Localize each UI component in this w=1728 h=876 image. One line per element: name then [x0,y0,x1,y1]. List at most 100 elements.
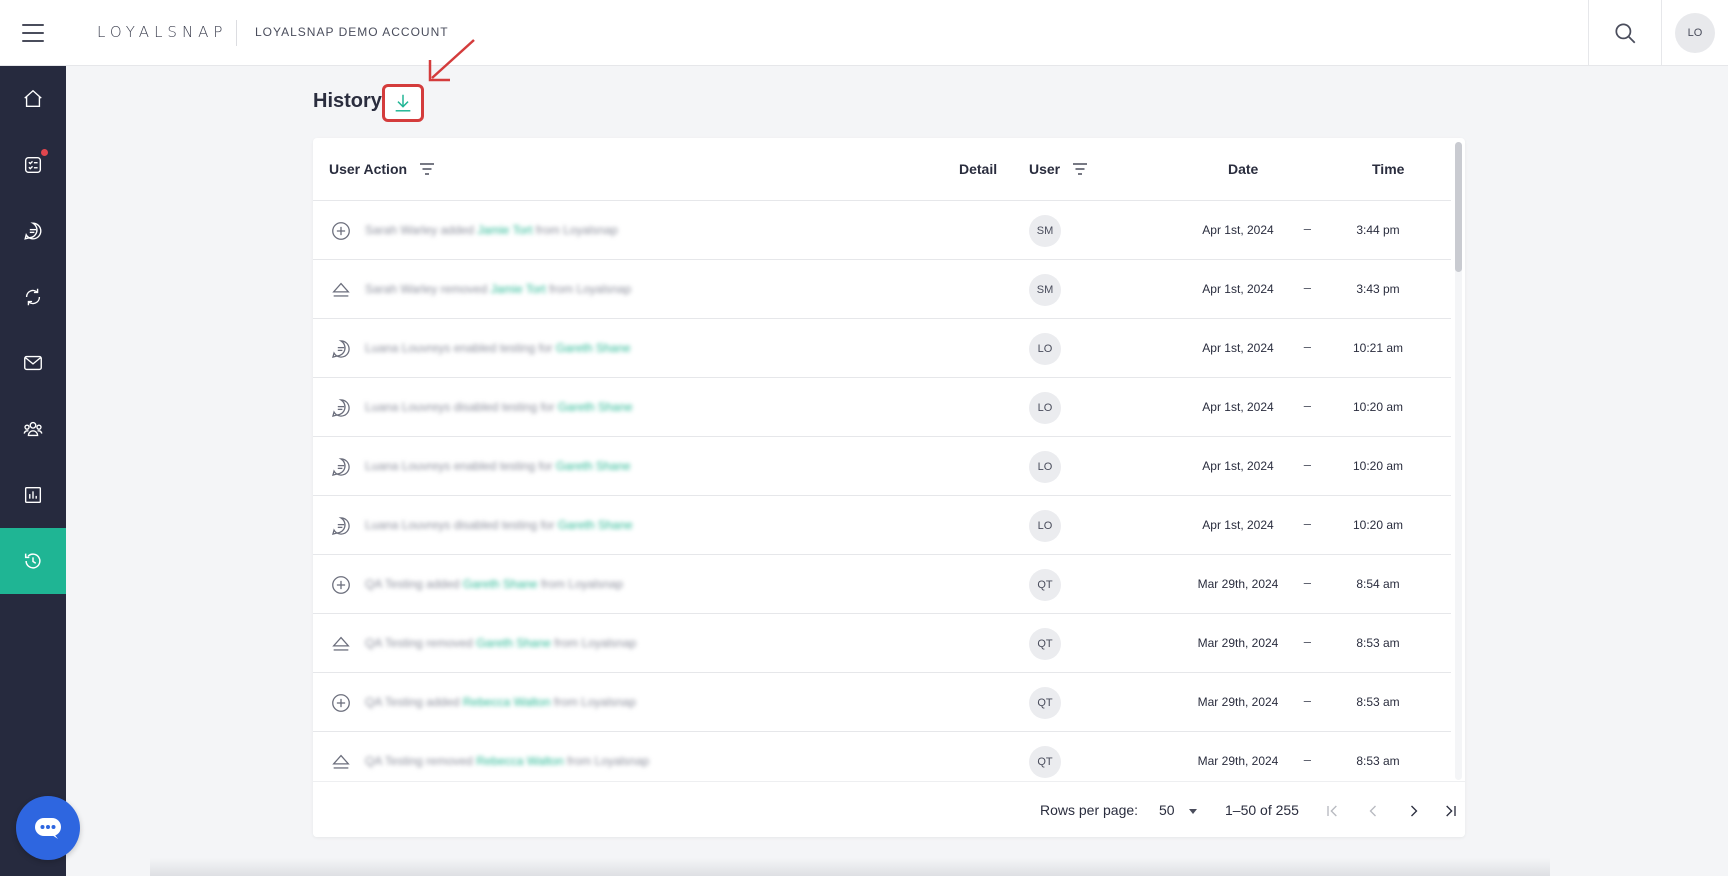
table-row[interactable]: Sarah Warley added Jamie Tort from Loyal… [313,201,1451,260]
sidebar-item-history[interactable] [0,528,66,594]
action-suffix: from Loyalsnap [567,754,650,768]
column-header-user[interactable]: User [1029,161,1060,177]
table-row[interactable]: Luana Louvreys enabled testing for Garet… [313,319,1451,378]
support-chat-button[interactable] [16,796,80,860]
date-cell: Apr 1st, 2024 [1202,400,1274,414]
action-verb: added [426,577,460,591]
user-avatar[interactable]: QT [1029,569,1061,601]
plus-circle-icon [332,694,350,712]
first-page-button[interactable] [1318,796,1348,826]
action-target-link[interactable]: Rebecca Walton [463,695,551,709]
next-page-button[interactable] [1399,796,1429,826]
action-target-link[interactable]: Jamie Tort [491,282,546,296]
user-avatar[interactable]: QT [1029,628,1061,660]
sidebar-item-sync[interactable] [0,264,66,330]
action-target-link[interactable]: Gareth Shane [556,459,631,473]
search-icon[interactable] [1612,20,1638,46]
scrollbar-thumb[interactable] [1455,142,1462,272]
message-icon [332,340,350,358]
last-page-icon [1446,805,1456,817]
chat-bubble-icon [35,818,61,839]
page-bottom-shadow [150,858,1550,876]
action-verb: enabled testing for [453,341,553,355]
table-row[interactable]: QA Testing removed Gareth Shane from Loy… [313,614,1451,673]
table-header: User Action Detail User Date Time [313,138,1451,201]
time-cell: 10:20 am [1352,459,1404,473]
message-icon [332,399,350,417]
annotation-arrow-icon [428,39,475,82]
date-cell: Apr 1st, 2024 [1202,518,1274,532]
action-verb: disabled testing for [453,518,555,532]
action-actor: Luana Louvreys [365,459,451,473]
sidebar-item-mail[interactable] [0,330,66,396]
column-header-user-action[interactable]: User Action [329,161,407,177]
user-avatar[interactable]: QT [1029,746,1061,778]
column-header-date: Date [1228,161,1259,177]
message-icon [332,458,350,476]
first-page-icon [1327,805,1337,817]
table-pagination: Rows per page: 50 1–50 of 255 [313,781,1465,837]
table-row[interactable]: Sarah Warley removed Jamie Tort from Loy… [313,260,1451,319]
user-action-text: Luana Louvreys disabled testing for Gare… [365,400,633,414]
user-avatar[interactable]: LO [1029,333,1061,365]
sidebar-item-customers[interactable] [0,396,66,462]
action-target-link[interactable]: Jamie Tort [477,223,532,237]
menu-icon[interactable] [20,20,46,46]
action-actor: QA Testing [365,577,423,591]
previous-page-button[interactable] [1358,796,1388,826]
action-actor: QA Testing [365,695,423,709]
table-row[interactable]: QA Testing added Rebecca Walton from Loy… [313,673,1451,732]
rows-per-page-select[interactable]: 50 [1153,797,1205,825]
sidebar-item-reports[interactable] [0,462,66,528]
user-action-text: Sarah Warley added Jamie Tort from Loyal… [365,223,618,237]
action-verb: added [426,695,460,709]
history-table: User Action Detail User Date Time Sarah … [313,138,1465,837]
user-avatar[interactable]: LO [1675,13,1715,53]
chevron-left-icon [1369,805,1376,817]
account-name[interactable]: LOYALSNAP DEMO ACCOUNT [255,25,449,39]
user-action-text: QA Testing removed Rebecca Walton from L… [365,754,649,768]
table-row[interactable]: Luana Louvreys disabled testing for Gare… [313,378,1451,437]
sidebar-item-messages[interactable] [0,198,66,264]
action-suffix: from Loyalsnap [540,577,623,591]
plus-circle-icon [332,222,350,240]
action-suffix: from Loyalsnap [549,282,632,296]
time-cell: 10:20 am [1352,518,1404,532]
action-verb: added [440,223,474,237]
date-cell: Mar 29th, 2024 [1197,636,1279,650]
last-page-button[interactable] [1435,796,1465,826]
table-row[interactable]: QA Testing added Gareth Shane from Loyal… [313,555,1451,614]
page-title: History [313,90,382,112]
sidebar-item-home[interactable] [0,66,66,132]
action-suffix: from Loyalsnap [535,223,618,237]
time-cell: 10:20 am [1352,400,1404,414]
action-target-link[interactable]: Rebecca Walton [476,754,564,768]
user-avatar[interactable]: SM [1029,274,1061,306]
action-target-link[interactable]: Gareth Shane [558,400,633,414]
action-actor: Sarah Warley [365,223,438,237]
user-avatar[interactable]: QT [1029,687,1061,719]
sidebar-item-tasks[interactable] [0,132,66,198]
action-target-link[interactable]: Gareth Shane [476,636,551,650]
user-avatar[interactable]: SM [1029,215,1061,247]
user-avatar[interactable]: LO [1029,451,1061,483]
filter-icon[interactable] [1071,160,1089,178]
people-icon [23,421,43,437]
filter-icon[interactable] [418,160,436,178]
user-avatar[interactable]: LO [1029,510,1061,542]
rows-per-page-label: Rows per page: [1040,802,1139,818]
eject-icon [332,636,350,651]
user-action-text: Luana Louvreys enabled testing for Garet… [365,341,631,355]
download-button[interactable] [382,84,424,122]
column-header-detail: Detail [959,161,998,177]
user-avatar[interactable]: LO [1029,392,1061,424]
pagination-range: 1–50 of 255 [1225,802,1299,818]
top-bar: LOYALSNAP LOYALSNAP DEMO ACCOUNT LO [0,0,1728,66]
table-row[interactable]: Luana Louvreys enabled testing for Garet… [313,437,1451,496]
action-target-link[interactable]: Gareth Shane [558,518,633,532]
action-verb: disabled testing for [453,400,555,414]
eject-icon [332,754,350,769]
action-target-link[interactable]: Gareth Shane [463,577,538,591]
table-row[interactable]: Luana Louvreys disabled testing for Gare… [313,496,1451,555]
action-target-link[interactable]: Gareth Shane [556,341,631,355]
